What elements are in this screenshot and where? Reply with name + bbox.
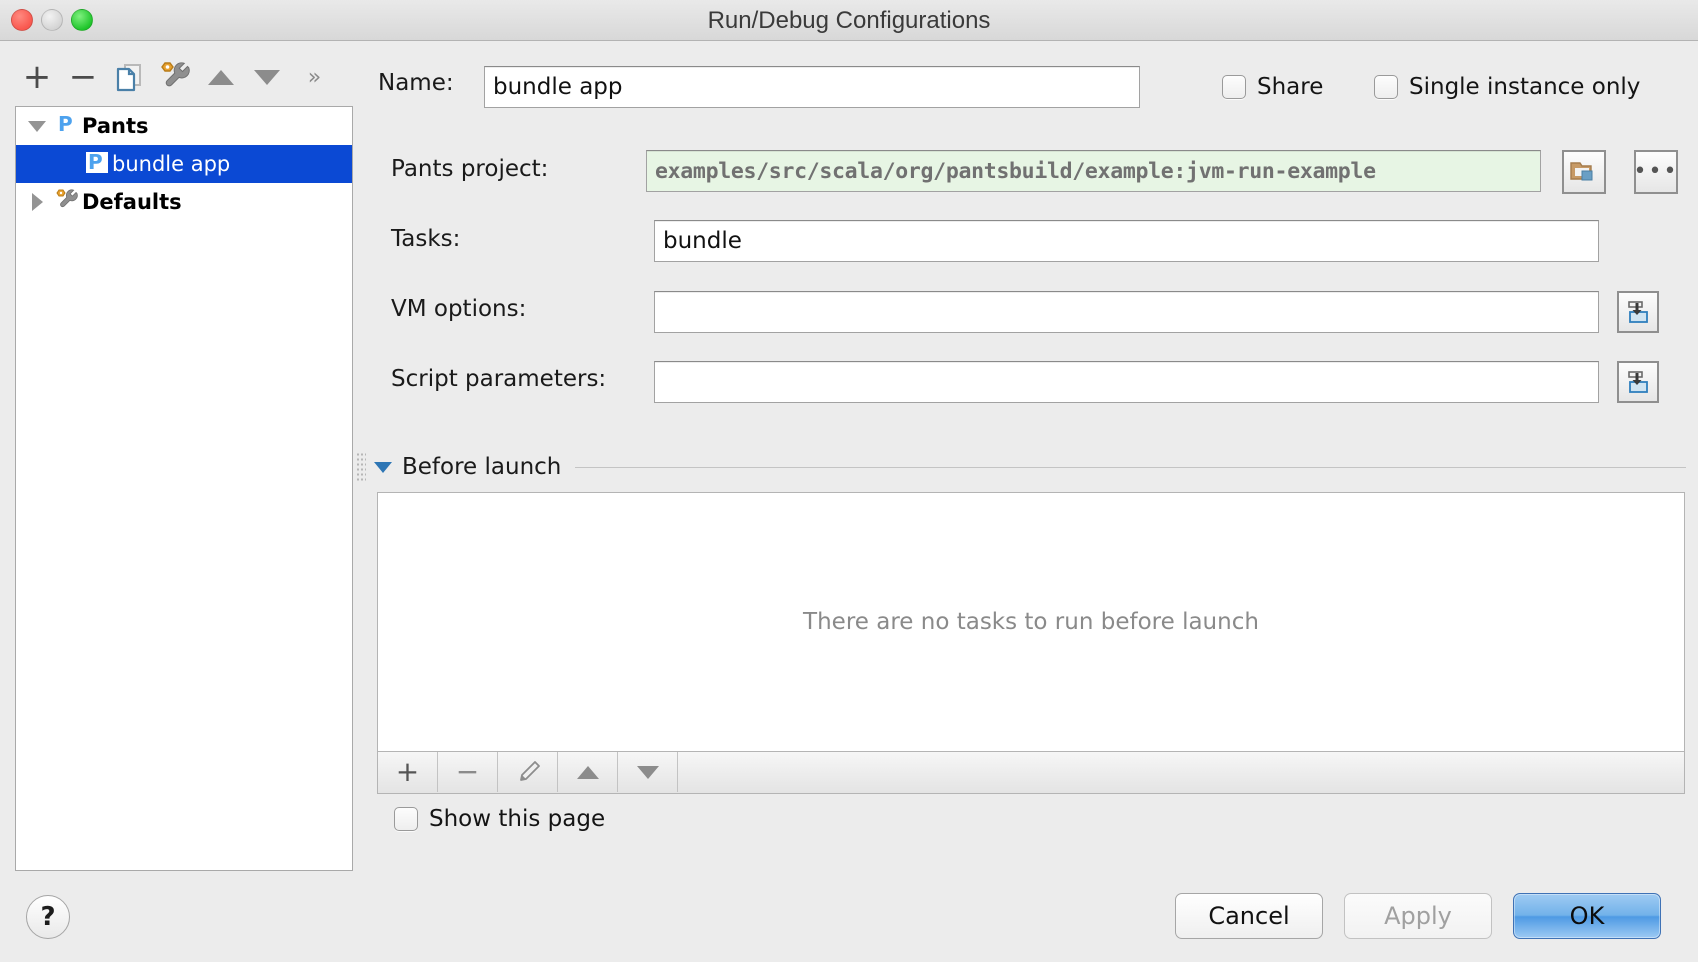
show-this-page-label: Show this page — [429, 806, 606, 832]
tree-node-pants[interactable]: P Pants — [16, 107, 352, 145]
browse-dialog-button[interactable]: ••• — [1634, 150, 1678, 194]
before-launch-remove-button[interactable]: − — [438, 752, 498, 792]
before-launch-move-up-button[interactable] — [558, 752, 618, 792]
help-button[interactable]: ? — [26, 895, 70, 939]
copy-configuration-button[interactable] — [106, 55, 152, 99]
name-input[interactable]: bundle app — [484, 66, 1140, 108]
tasks-input[interactable]: bundle — [654, 220, 1599, 262]
before-launch-title: Before launch — [402, 454, 562, 480]
name-label: Name: — [378, 70, 454, 96]
configurations-toolbar: + − » — [14, 54, 344, 100]
before-launch-task-list[interactable]: There are no tasks to run before launch — [377, 492, 1685, 752]
pants-project-label: Pants project: — [391, 156, 549, 182]
plus-icon: + — [22, 57, 52, 97]
configurations-tree[interactable]: P Pants P bundle app Defaults — [15, 106, 353, 871]
vm-options-expand-button[interactable] — [1617, 291, 1659, 333]
before-launch-header: Before launch — [356, 452, 1686, 482]
show-this-page-checkbox[interactable] — [394, 807, 418, 831]
move-up-icon — [208, 69, 234, 85]
ok-button[interactable]: OK — [1513, 893, 1661, 939]
svg-text:P: P — [58, 112, 73, 136]
folder-icon — [1570, 162, 1593, 181]
wrench-icon — [161, 62, 190, 87]
vm-options-label: VM options: — [391, 296, 527, 322]
script-parameters-expand-button[interactable] — [1617, 361, 1659, 403]
window-title: Run/Debug Configurations — [707, 7, 991, 34]
tasks-label: Tasks: — [391, 226, 461, 252]
minus-icon: − — [455, 755, 480, 788]
vm-options-input[interactable] — [654, 291, 1599, 333]
pants-icon: P — [52, 112, 82, 141]
more-options-button[interactable]: » — [290, 55, 336, 99]
move-up-button[interactable] — [198, 55, 244, 99]
before-launch-edit-button[interactable] — [498, 752, 558, 792]
expand-editor-icon — [1628, 371, 1648, 393]
drag-handle[interactable] — [356, 452, 366, 482]
apply-button[interactable]: Apply — [1344, 893, 1492, 939]
share-checkbox[interactable] — [1222, 75, 1246, 99]
tree-node-label: Defaults — [82, 190, 182, 214]
share-label: Share — [1257, 74, 1324, 100]
single-instance-checkbox[interactable] — [1374, 75, 1398, 99]
move-down-icon — [254, 69, 280, 85]
tree-node-defaults[interactable]: Defaults — [16, 183, 352, 221]
single-instance-label: Single instance only — [1409, 74, 1641, 100]
move-down-icon — [636, 765, 659, 779]
cancel-button[interactable]: Cancel — [1175, 893, 1323, 939]
pencil-icon — [519, 761, 540, 781]
title-bar: Run/Debug Configurations — [0, 0, 1698, 41]
triangle-right-icon — [31, 193, 43, 211]
triangle-down-icon — [28, 120, 46, 132]
expand-editor-icon — [1628, 301, 1648, 323]
script-parameters-label: Script parameters: — [391, 366, 607, 392]
before-launch-toolbar: + − — [377, 752, 1685, 794]
before-launch-move-down-button[interactable] — [618, 752, 678, 792]
toolbar-filler — [678, 752, 1684, 793]
pants-project-input[interactable]: examples/src/scala/org/pantsbuild/exampl… — [646, 150, 1541, 192]
tree-node-label: bundle app — [112, 152, 231, 176]
plus-icon: + — [395, 755, 420, 788]
question-mark-icon: ? — [40, 902, 56, 932]
expand-toggle[interactable] — [22, 120, 52, 132]
edit-defaults-button[interactable] — [152, 55, 198, 99]
section-divider — [575, 466, 1686, 468]
browse-folder-button[interactable] — [1562, 150, 1606, 194]
before-launch-add-button[interactable]: + — [378, 752, 438, 792]
wrench-icon — [52, 188, 82, 217]
before-launch-empty-message: There are no tasks to run before launch — [803, 609, 1259, 635]
svg-text:P: P — [88, 150, 103, 174]
single-instance-checkbox-row[interactable]: Single instance only — [1374, 74, 1640, 100]
copy-icon — [116, 64, 141, 92]
share-checkbox-row[interactable]: Share — [1222, 74, 1323, 100]
expand-toggle[interactable] — [22, 193, 52, 211]
run-debug-configurations-dialog: Run/Debug Configurations + − » P Pants P… — [0, 0, 1698, 962]
tree-node-bundle-app[interactable]: P bundle app — [16, 145, 352, 183]
chevron-right-double-icon: » — [307, 64, 322, 90]
move-up-icon — [576, 765, 599, 779]
add-configuration-button[interactable]: + — [14, 55, 60, 99]
move-down-button[interactable] — [244, 55, 290, 99]
script-parameters-input[interactable] — [654, 361, 1599, 403]
pants-icon: P — [82, 150, 112, 179]
tree-node-label: Pants — [82, 114, 149, 138]
minus-icon: − — [68, 57, 98, 97]
remove-configuration-button[interactable]: − — [60, 55, 106, 99]
triangle-down-icon[interactable] — [374, 461, 392, 473]
show-this-page-row[interactable]: Show this page — [394, 806, 605, 832]
